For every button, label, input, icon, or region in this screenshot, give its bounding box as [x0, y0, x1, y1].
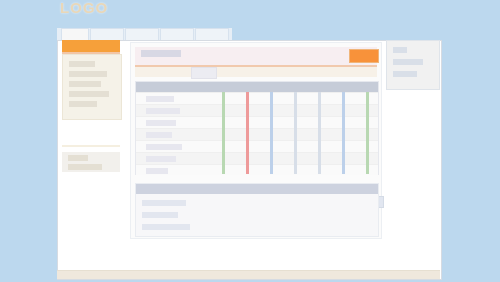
sidebar-header [62, 40, 120, 54]
left-sidebar [62, 40, 122, 172]
right-sidebar-item[interactable] [393, 47, 407, 53]
sidebar-item[interactable] [69, 91, 109, 97]
column-marker [294, 92, 297, 174]
sidebar-link[interactable] [68, 164, 102, 170]
sidebar-item[interactable] [69, 101, 97, 107]
sidebar-item[interactable] [69, 81, 101, 87]
bottom-status-strip [57, 270, 440, 279]
sidebar-item[interactable] [69, 71, 107, 77]
column-marker-green [366, 92, 369, 174]
lower-panel [135, 183, 379, 237]
sidebar-panel [62, 54, 122, 120]
table-cell [146, 108, 180, 114]
table-header [136, 82, 378, 92]
top-tabstrip [57, 28, 232, 42]
lower-panel-line [142, 224, 190, 230]
table-cell [146, 156, 176, 162]
content-header [135, 47, 379, 67]
column-marker-blue [342, 92, 345, 174]
subtab[interactable] [191, 67, 217, 79]
sidebar-item[interactable] [69, 61, 95, 67]
right-sidebar-item[interactable] [393, 71, 417, 77]
page-title [141, 50, 181, 57]
right-sidebar-item[interactable] [393, 59, 423, 65]
sidebar-divider [62, 145, 120, 147]
column-marker [318, 92, 321, 174]
table-cell [146, 96, 174, 102]
subheader-bar [135, 67, 377, 77]
primary-action-button[interactable] [349, 49, 379, 63]
table-cell [146, 120, 176, 126]
sidebar-bottom-panel [62, 152, 120, 172]
lower-panel-line [142, 212, 178, 218]
sidebar-link[interactable] [68, 155, 88, 161]
table-cell [146, 144, 182, 150]
data-table [135, 81, 384, 208]
column-marker-green [222, 92, 225, 174]
column-marker-blue [270, 92, 273, 174]
column-marker-red [246, 92, 249, 174]
lower-panel-line [142, 200, 186, 206]
table-cell [146, 132, 172, 138]
table-cell [146, 168, 168, 174]
logo: LOGO [60, 0, 109, 17]
lower-panel-header [136, 184, 378, 194]
right-sidebar [386, 40, 440, 90]
main-content [130, 42, 384, 239]
